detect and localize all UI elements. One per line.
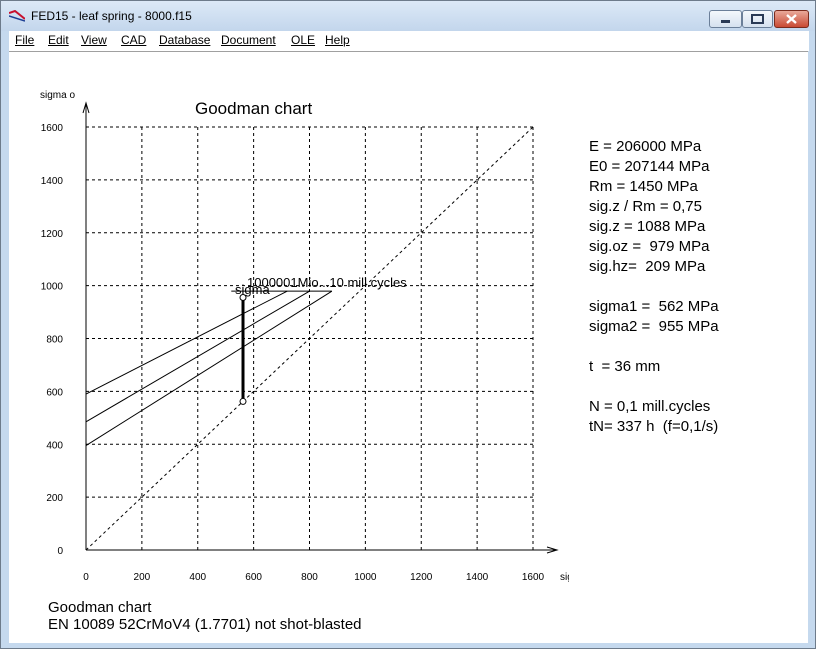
menu-ole[interactable]: OLE: [291, 33, 315, 47]
x-tick-label: 1000: [354, 572, 377, 583]
menu-file[interactable]: File: [15, 33, 34, 47]
info-line: sig.hz= 209 MPa: [589, 258, 706, 275]
maximize-button[interactable]: [742, 10, 773, 28]
title-bar[interactable]: FED15 - leaf spring - 8000.f15: [1, 1, 815, 31]
chart-view: 0 200 400 600 800 1000 1200 1400 1600 0 200 400 600 8…: [9, 51, 808, 643]
maximize-icon: [751, 14, 764, 24]
chart-axes: [82, 101, 559, 554]
y-tick-label: 200: [46, 493, 63, 504]
menu-help[interactable]: Help: [325, 33, 350, 47]
footer-title: Goodman chart: [48, 599, 152, 616]
y-axis-label: sigma o: [40, 90, 75, 101]
x-tick-label: 1200: [410, 572, 433, 583]
cycles-annotation: 1000001Mio...10 mill.cycles: [247, 275, 407, 290]
info-line: sig.z = 1088 MPa: [589, 218, 706, 235]
info-line: Rm = 1450 MPa: [589, 178, 698, 195]
info-line: sigma1 = 562 MPa: [589, 298, 719, 315]
menu-bar: File Edit View CAD Database Document OLE…: [9, 31, 809, 51]
goodman-line: [85, 290, 288, 395]
sigma1-marker: [239, 397, 247, 405]
close-button[interactable]: [774, 10, 809, 28]
y-tick-label: 600: [46, 387, 63, 398]
info-line: t = 36 mm: [589, 358, 661, 375]
info-line: sig.z / Rm = 0,75: [589, 198, 702, 215]
y-tick-label: 1400: [41, 176, 64, 187]
app-icon: [9, 10, 25, 22]
info-line: E0 = 207144 MPa: [589, 158, 710, 175]
window-title: FED15 - leaf spring - 8000.f15: [31, 9, 192, 23]
menu-cad[interactable]: CAD: [121, 33, 146, 47]
footer-material: EN 10089 52CrMoV4 (1.7701) not shot-blas…: [48, 616, 362, 633]
x-tick-label: 0: [83, 572, 89, 583]
app-window: FED15 - leaf spring - 8000.f15 File Edit…: [0, 0, 816, 649]
goodman-line: [85, 290, 333, 446]
y-tick-label: 1000: [41, 282, 64, 293]
menu-edit[interactable]: Edit: [48, 33, 69, 47]
x-tick-label: 800: [301, 572, 318, 583]
goodman-line: [85, 290, 310, 423]
sigma-annotation: sigma: [235, 282, 270, 297]
menu-database[interactable]: Database: [159, 33, 210, 47]
y-tick-label: 0: [57, 546, 63, 557]
x-tick-label: 400: [189, 572, 206, 583]
chart-tick-labels: 0 200 400 600 800 1000 1200 1400 1600 0 200 400 600 8…: [41, 123, 545, 583]
info-line: E = 206000 MPa: [589, 138, 702, 155]
minimize-button[interactable]: [709, 10, 742, 28]
menu-view[interactable]: View: [81, 33, 107, 47]
y-tick-label: 400: [46, 440, 63, 451]
menu-document[interactable]: Document: [221, 33, 276, 47]
x-tick-label: 1400: [466, 572, 489, 583]
chart-title: Goodman chart: [195, 99, 312, 118]
x-axis-label: sigma u [MPa]: [560, 572, 569, 583]
info-line: sigma2 = 955 MPa: [589, 318, 719, 335]
x-tick-label: 600: [245, 572, 262, 583]
x-tick-label: 1600: [522, 572, 545, 583]
goodman-chart: 0 200 400 600 800 1000 1200 1400 1600 0 200 400 600 8…: [40, 90, 569, 583]
y-tick-label: 1600: [41, 123, 64, 134]
y-tick-label: 800: [46, 335, 63, 346]
minimize-icon: [721, 20, 730, 23]
close-icon: [786, 14, 797, 24]
y-tick-label: 1200: [41, 229, 64, 240]
info-line: sig.oz = 979 MPa: [589, 238, 710, 255]
info-line: N = 0,1 mill.cycles: [589, 398, 711, 415]
info-line: tN= 337 h (f=0,1/s): [589, 418, 719, 435]
x-tick-label: 200: [134, 572, 151, 583]
